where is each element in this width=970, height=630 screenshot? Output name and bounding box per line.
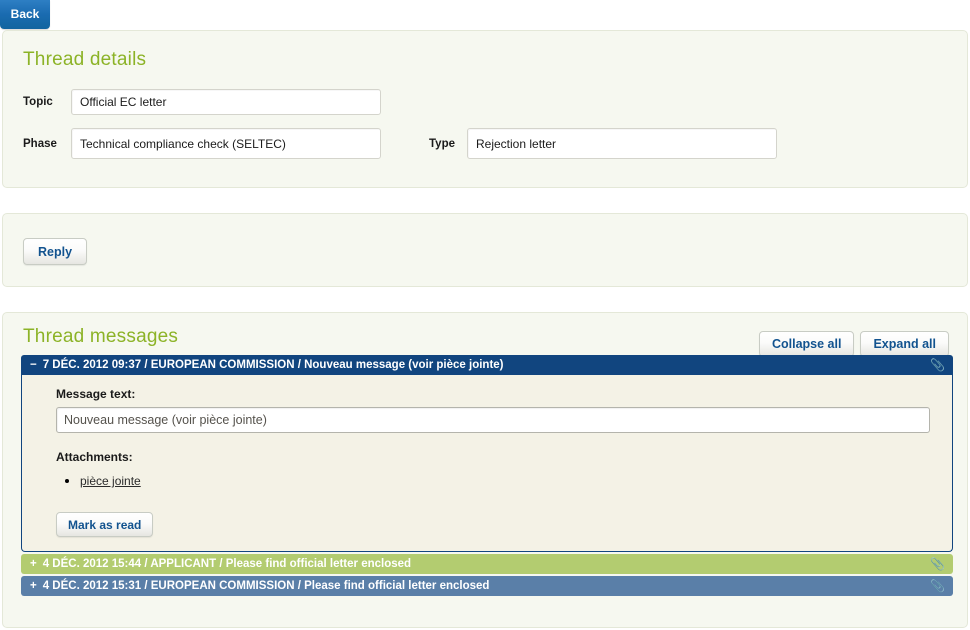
expand-all-button[interactable]: Expand all <box>860 331 949 357</box>
reply-panel: Reply <box>2 213 968 287</box>
top-bar: Back <box>0 0 970 29</box>
collapse-toggle-icon[interactable]: − <box>30 359 37 371</box>
type-value: Rejection letter <box>476 136 557 151</box>
message-body: Message text: Nouveau message (voir pièc… <box>21 375 953 552</box>
message-header[interactable]: + 4 DÉC. 2012 15:31 / EUROPEAN COMMISSIO… <box>21 576 953 596</box>
paperclip-icon: 📎 <box>930 557 945 571</box>
paperclip-icon: 📎 <box>930 579 945 593</box>
back-button[interactable]: Back <box>0 0 50 29</box>
expand-toggle-icon[interactable]: + <box>30 558 37 570</box>
message-text-value: Nouveau message (voir pièce jointe) <box>64 413 267 427</box>
message-header-text: 7 DÉC. 2012 09:37 / EUROPEAN COMMISSION … <box>42 359 504 371</box>
message-header[interactable]: − 7 DÉC. 2012 09:37 / EUROPEAN COMMISSIO… <box>21 355 953 375</box>
message-header-text: 4 DÉC. 2012 15:31 / EUROPEAN COMMISSION … <box>42 580 490 592</box>
attachment-list: pièce jointe <box>56 472 938 490</box>
messages-toolbar: Collapse all Expand all <box>758 331 949 357</box>
thread-messages-panel: Thread messages Collapse all Expand all … <box>2 312 968 628</box>
topic-field-row: Topic Official EC letter <box>3 89 967 115</box>
type-label: Type <box>429 137 455 150</box>
message-item: + 4 DÉC. 2012 15:44 / APPLICANT / Please… <box>21 554 953 574</box>
thread-details-title: Thread details <box>23 49 147 70</box>
reply-button[interactable]: Reply <box>23 238 88 265</box>
phase-input[interactable]: Technical compliance check (SELTEC) <box>71 128 381 159</box>
phase-value: Technical compliance check (SELTEC) <box>80 136 286 151</box>
attachments-label: Attachments: <box>56 450 133 464</box>
phase-field-row: Phase Technical compliance check (SELTEC… <box>3 128 967 159</box>
topic-value: Official EC letter <box>80 95 167 109</box>
message-header[interactable]: + 4 DÉC. 2012 15:44 / APPLICANT / Please… <box>21 554 953 574</box>
topic-input[interactable]: Official EC letter <box>71 89 381 115</box>
message-header-text: 4 DÉC. 2012 15:44 / APPLICANT / Please f… <box>42 558 412 570</box>
attachment-link[interactable]: pièce jointe <box>80 474 141 488</box>
message-item: + 4 DÉC. 2012 15:31 / EUROPEAN COMMISSIO… <box>21 576 953 596</box>
message-text-input[interactable]: Nouveau message (voir pièce jointe) <box>56 407 930 433</box>
message-list: − 7 DÉC. 2012 09:37 / EUROPEAN COMMISSIO… <box>21 355 953 596</box>
thread-details-panel: Thread details Topic Official EC letter … <box>2 30 968 188</box>
message-item: − 7 DÉC. 2012 09:37 / EUROPEAN COMMISSIO… <box>21 355 953 552</box>
topic-label: Topic <box>23 96 53 108</box>
type-input[interactable]: Rejection letter <box>467 128 777 159</box>
collapse-all-button[interactable]: Collapse all <box>758 331 855 357</box>
paperclip-icon: 📎 <box>930 358 945 372</box>
mark-as-read-button[interactable]: Mark as read <box>56 512 154 537</box>
list-item: pièce jointe <box>80 472 938 490</box>
phase-label: Phase <box>23 137 57 150</box>
message-text-label: Message text: <box>56 387 136 401</box>
expand-toggle-icon[interactable]: + <box>30 580 37 592</box>
